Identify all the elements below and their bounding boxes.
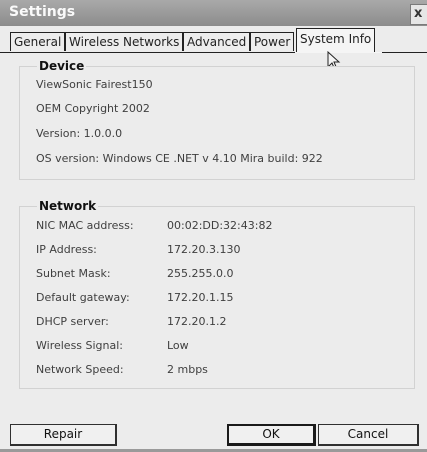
subnet-mask-label: Subnet Mask: xyxy=(36,267,111,280)
os-version: OS version: Windows CE .NET v 4.10 Mira … xyxy=(36,152,323,165)
oem-copyright: OEM Copyright 2002 xyxy=(36,102,150,115)
tab-power[interactable]: Power xyxy=(250,32,295,51)
tab-general[interactable]: General xyxy=(10,32,66,51)
network-speed-label: Network Speed: xyxy=(36,363,124,376)
window-title: Settings xyxy=(9,4,76,20)
device-version: Version: 1.0.0.0 xyxy=(36,127,123,140)
ip-address-value: 172.20.3.130 xyxy=(167,243,241,256)
cancel-button[interactable]: Cancel xyxy=(318,424,419,446)
repair-button[interactable]: Repair xyxy=(10,424,117,446)
nic-mac-value: 00:02:DD:32:43:82 xyxy=(167,219,273,232)
close-button[interactable]: x xyxy=(410,4,427,25)
ok-button[interactable]: OK xyxy=(227,424,316,446)
nic-mac-label: NIC MAC address: xyxy=(36,219,134,232)
network-legend: Network xyxy=(39,199,97,213)
dhcp-server-label: DHCP server: xyxy=(36,315,109,328)
ip-address-label: IP Address: xyxy=(36,243,97,256)
tab-advanced[interactable]: Advanced xyxy=(183,32,251,51)
device-name: ViewSonic Fairest150 xyxy=(36,78,153,91)
tab-wireless-networks[interactable]: Wireless Networks xyxy=(65,32,184,51)
title-bar[interactable]: Settings x xyxy=(0,0,427,26)
wireless-signal-value: Low xyxy=(167,339,189,352)
dhcp-server-value: 172.20.1.2 xyxy=(167,315,227,328)
tab-strip: General Wireless Networks Advanced Power… xyxy=(0,26,427,53)
network-speed-value: 2 mbps xyxy=(167,363,208,376)
tab-label: General xyxy=(14,35,62,49)
close-icon: x xyxy=(414,6,423,21)
tab-label: Power xyxy=(254,35,291,49)
device-legend: Device xyxy=(39,59,85,73)
default-gateway-value: 172.20.1.15 xyxy=(167,291,234,304)
default-gateway-label: Default gateway: xyxy=(36,291,130,304)
wireless-signal-label: Wireless Signal: xyxy=(36,339,124,352)
tab-label: System Info xyxy=(300,32,372,46)
tab-system-info[interactable]: System Info xyxy=(296,28,376,53)
subnet-mask-value: 255.255.0.0 xyxy=(167,267,234,280)
settings-dialog: Settings x General Wireless Networks Adv… xyxy=(0,0,427,452)
tab-label: Wireless Networks xyxy=(69,35,180,49)
tab-label: Advanced xyxy=(187,35,247,49)
